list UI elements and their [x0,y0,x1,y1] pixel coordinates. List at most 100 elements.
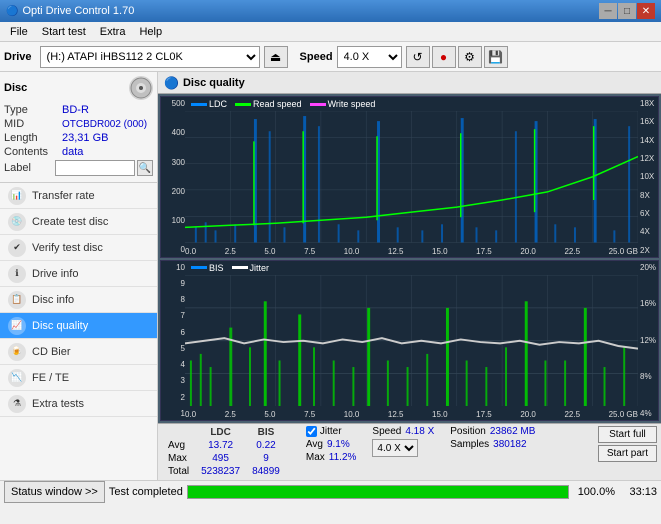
chart1-inner [185,111,638,243]
stats-col-bis: BIS [246,426,286,439]
legend-write-speed-label: Write speed [328,99,376,109]
disc-label-row: Label 🔍 [4,160,153,176]
drive-label: Drive [4,51,32,63]
status-time: 33:13 [619,486,657,498]
chart2-svg [185,275,638,407]
sidebar-item-cd-bier[interactable]: 🍺 CD Bier [0,339,157,365]
sidebar-item-drive-info[interactable]: ℹ Drive info [0,261,157,287]
disc-contents-label: Contents [4,146,62,158]
status-window-button[interactable]: Status window >> [4,481,105,503]
drive-info-label: Drive info [32,268,78,280]
stats-avg-bis: 0.22 [246,439,286,452]
jitter-max-row: Max 11.2% [306,452,357,463]
sidebar-item-disc-info[interactable]: 📋 Disc info [0,287,157,313]
start-full-button[interactable]: Start full [598,426,657,443]
menu-start-test[interactable]: Start test [36,24,92,40]
disc-type-label: Type [4,104,62,116]
position-row: Position 23862 MB [450,426,535,437]
chart2: BIS Jitter 10 9 8 7 6 5 4 [160,260,659,422]
sidebar-item-fe-te[interactable]: 📉 FE / TE [0,365,157,391]
menu-file[interactable]: File [4,24,34,40]
disc-info-label: Disc info [32,294,74,306]
menu-bar: File Start test Extra Help [0,22,661,42]
progress-bar-container [187,485,569,499]
speed-label: Speed [300,51,333,63]
minimize-button[interactable]: ─ [599,3,617,19]
disc-label-button[interactable]: 🔍 [137,160,153,176]
chart2-y-axis-right: 20% 16% 12% 8% 4% [638,261,658,421]
chart1-svg [185,111,638,243]
speed-avg-value: 4.18 X [405,426,434,437]
sidebar-item-create-test-disc[interactable]: 💿 Create test disc [0,209,157,235]
sidebar: Disc Type BD-R MID OTCBDR002 (000) [0,72,158,480]
stats-max-bis: 9 [246,452,286,465]
disc-mid-row: MID OTCBDR002 (000) [4,118,153,130]
jitter-label: Jitter [320,426,342,437]
extra-tests-label: Extra tests [32,398,84,410]
chart2-legend: BIS Jitter [191,263,269,273]
jitter-section: Jitter Avg 9.1% Max 11.2% [306,426,357,463]
legend-jitter-label: Jitter [250,263,270,273]
disc-contents-value: data [62,146,83,158]
bottom-stats-area: LDC BIS Avg 13.72 0.22 Max 495 [158,423,661,480]
stats-avg-ldc: 13.72 [195,439,246,452]
disc-label-input[interactable] [55,160,135,176]
stats-data-table: LDC BIS Avg 13.72 0.22 Max 495 [162,426,298,478]
content-area: 🔵 Disc quality LDC Read speed [158,72,661,480]
close-button[interactable]: ✕ [637,3,655,19]
sidebar-item-extra-tests[interactable]: ⚗ Extra tests [0,391,157,417]
samples-row: Samples 380182 [450,439,535,450]
eject-button[interactable]: ⏏ [264,46,288,68]
samples-label: Samples [450,439,489,450]
legend-write-speed-color [310,103,326,106]
speed-select-dropdown[interactable]: 4.0 X [372,439,418,457]
legend-write-speed: Write speed [310,99,376,109]
menu-extra[interactable]: Extra [94,24,132,40]
stats-table: LDC BIS Avg 13.72 0.22 Max 495 [162,426,298,478]
chart1: LDC Read speed Write speed 500 400 [160,96,659,258]
drive-info-icon: ℹ [8,265,26,283]
burn-button[interactable]: ● [432,46,456,68]
stats-col-empty2 [286,426,298,439]
legend-read-speed-label: Read speed [253,99,302,109]
cd-bier-label: CD Bier [32,346,71,358]
legend-bis-color [191,266,207,269]
progress-percent: 100.0% [573,486,615,498]
chart2-inner [185,275,638,407]
disc-mid-value: OTCBDR002 (000) [62,119,147,130]
sidebar-item-transfer-rate[interactable]: 📊 Transfer rate [0,183,157,209]
jitter-checkbox[interactable] [306,426,317,437]
start-part-button[interactable]: Start part [598,445,657,462]
extra-tests-icon: ⚗ [8,395,26,413]
disc-contents-row: Contents data [4,146,153,158]
jitter-avg-label: Avg [306,439,323,450]
progress-bar-fill [188,486,568,498]
status-text: Test completed [109,486,183,498]
save-button[interactable]: 💾 [484,46,508,68]
drive-select[interactable]: (H:) ATAPI iHBS112 2 CL0K [40,46,260,68]
disc-label-label: Label [4,162,55,174]
jitter-max-value: 11.2% [329,452,357,463]
jitter-max-label: Max [306,452,325,463]
legend-bis: BIS [191,263,224,273]
disc-panel: Disc Type BD-R MID OTCBDR002 (000) [0,72,157,183]
disc-quality-label: Disc quality [32,320,88,332]
speed-select[interactable]: 4.0 X [337,46,402,68]
sidebar-item-verify-test-disc[interactable]: ✔ Verify test disc [0,235,157,261]
verify-test-disc-label: Verify test disc [32,242,103,254]
maximize-button[interactable]: □ [618,3,636,19]
chart1-y-axis-left: 500 400 300 200 100 0 [161,97,185,257]
speed-refresh-button[interactable]: ↺ [406,46,430,68]
speed-row: Speed 4.18 X [372,426,434,437]
legend-ldc-color [191,103,207,106]
chart1-x-axis: 0.0 2.5 5.0 7.5 10.0 12.5 15.0 17.5 20.0… [185,247,638,257]
legend-read-speed: Read speed [235,99,302,109]
stats-header-row: LDC BIS [162,426,298,439]
stats-avg-row: Avg 13.72 0.22 [162,439,298,452]
extra-button[interactable]: ⚙ [458,46,482,68]
menu-help[interactable]: Help [133,24,168,40]
app-icon: 🔵 [6,6,18,17]
stats-max-label: Max [162,452,195,465]
sidebar-item-disc-quality[interactable]: 📈 Disc quality [0,313,157,339]
legend-ldc: LDC [191,99,227,109]
